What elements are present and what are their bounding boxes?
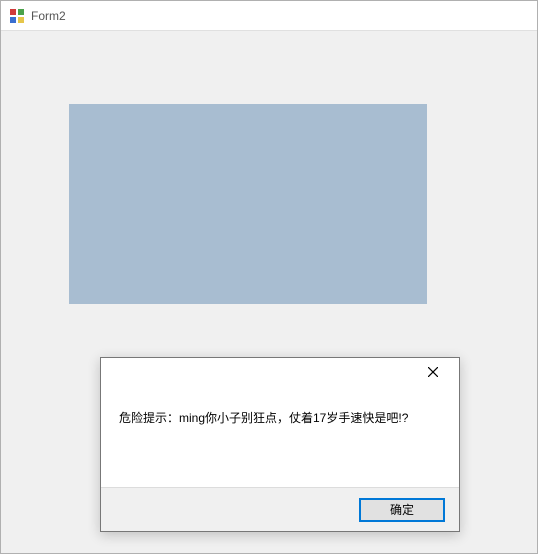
- main-window: Form2 危险提示：ming你小子别狂点，仗着17岁手速快是吧!? 确定: [0, 0, 538, 554]
- message-text: 危险提示：ming你小子别狂点，仗着17岁手速快是吧!?: [101, 386, 459, 427]
- message-box-header: [101, 358, 459, 386]
- content-panel: [69, 104, 427, 304]
- message-box: 危险提示：ming你小子别狂点，仗着17岁手速快是吧!? 确定: [100, 357, 460, 532]
- close-button[interactable]: [413, 359, 453, 385]
- titlebar[interactable]: Form2: [1, 1, 537, 31]
- client-area: 危险提示：ming你小子别狂点，仗着17岁手速快是吧!? 确定: [1, 31, 537, 553]
- message-box-footer: 确定: [101, 487, 459, 531]
- ok-button[interactable]: 确定: [359, 498, 445, 522]
- window-title: Form2: [31, 9, 66, 23]
- close-icon: [428, 364, 438, 380]
- app-icon: [9, 8, 25, 24]
